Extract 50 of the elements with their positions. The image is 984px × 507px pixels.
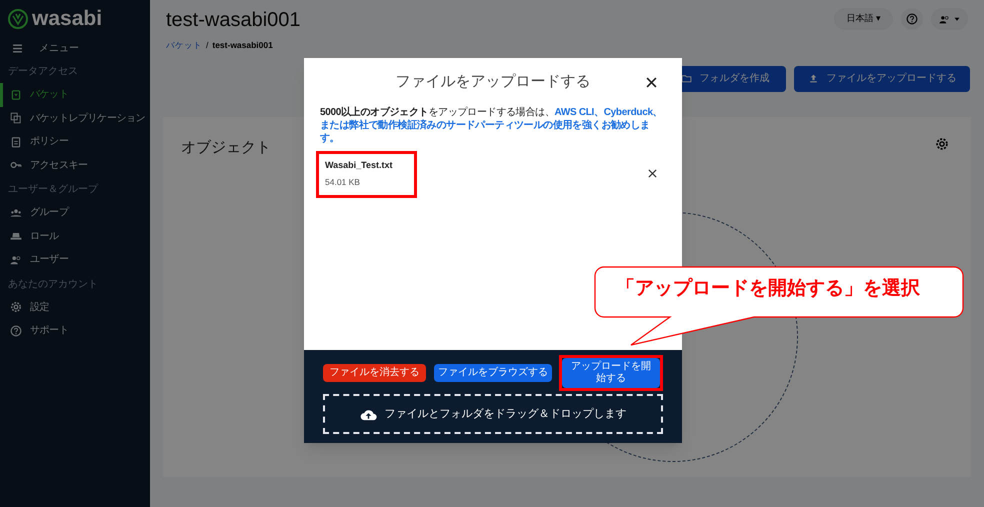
sidebar-item[interactable]: アクセスキー	[0, 154, 150, 177]
help-icon	[906, 13, 918, 25]
sidebar-item[interactable]: サポート	[0, 319, 150, 342]
logo-icon	[8, 8, 28, 28]
page-title: test-wasabi001	[166, 8, 301, 33]
notice-text: 5000以上のオブジェクトをアップロードする場合は、AWS CLI、Cyberduck、または弊社で動作検証済みのサードパーティツールの使用を強くお勧めします。	[320, 106, 664, 145]
bucket-icon	[10, 88, 22, 101]
close-icon	[648, 169, 657, 178]
sidebar-item[interactable]: ロール	[0, 224, 150, 248]
language-dropdown[interactable]: 日本語 ▾	[834, 8, 893, 30]
sidebar-item[interactable]: 設定	[0, 296, 150, 319]
action-button[interactable]: アップロードを開始する	[562, 358, 660, 388]
dialog-title: ファイルをアップロードする	[396, 72, 590, 92]
section-heading: ユーザー＆グループ	[7, 182, 100, 197]
breadcrumb-separator: /	[206, 39, 208, 52]
file-size: 54.01 KB	[325, 176, 360, 188]
section-heading: データアクセス	[7, 65, 79, 79]
help-button[interactable]	[901, 8, 923, 30]
clear-files-button[interactable]: ファイルを消去する	[323, 364, 426, 382]
sidebar-item[interactable]: バケットレプリケーション	[0, 106, 150, 130]
drop-zone[interactable]: ファイルとフォルダをドラッグ＆ドロップします	[323, 394, 663, 434]
card-title: オブジェクト	[181, 138, 271, 158]
action-button[interactable]: ファイルをアップロードする	[794, 66, 970, 92]
upload-icon	[808, 73, 818, 84]
section-heading: あなたのアカウント	[7, 278, 99, 292]
settings-icon[interactable]	[935, 136, 949, 151]
cloud-upload-icon	[360, 408, 376, 420]
breadcrumb-current: test-wasabi001	[212, 39, 273, 52]
action-button[interactable]: ファイルをブラウズする	[434, 364, 552, 382]
caret-icon	[954, 16, 960, 22]
help-icon	[10, 324, 22, 337]
copy-icon	[10, 112, 22, 124]
file-name: Wasabi_Test.txt	[325, 159, 393, 172]
breadcrumb-link[interactable]: バケット	[166, 39, 202, 52]
remove-file-button[interactable]	[648, 168, 658, 179]
users-icon	[10, 254, 22, 266]
user-icon	[939, 14, 950, 24]
account-button[interactable]	[931, 8, 968, 30]
settings-icon	[10, 301, 22, 314]
menu-button[interactable]: メニュー	[0, 37, 91, 59]
logo-text: wasabi	[32, 8, 102, 29]
sidebar-item[interactable]: グループ	[0, 201, 150, 224]
hat-icon	[10, 230, 22, 242]
close-icon	[646, 76, 657, 88]
callout-text: 「アップロードを開始する」を選択	[616, 276, 920, 301]
sidebar-item[interactable]: ポリシー	[0, 130, 150, 154]
sidebar-item[interactable]: ユーザー	[0, 248, 150, 272]
group-icon	[10, 206, 22, 219]
menu-icon	[12, 42, 23, 54]
clipboard-icon	[10, 136, 22, 148]
